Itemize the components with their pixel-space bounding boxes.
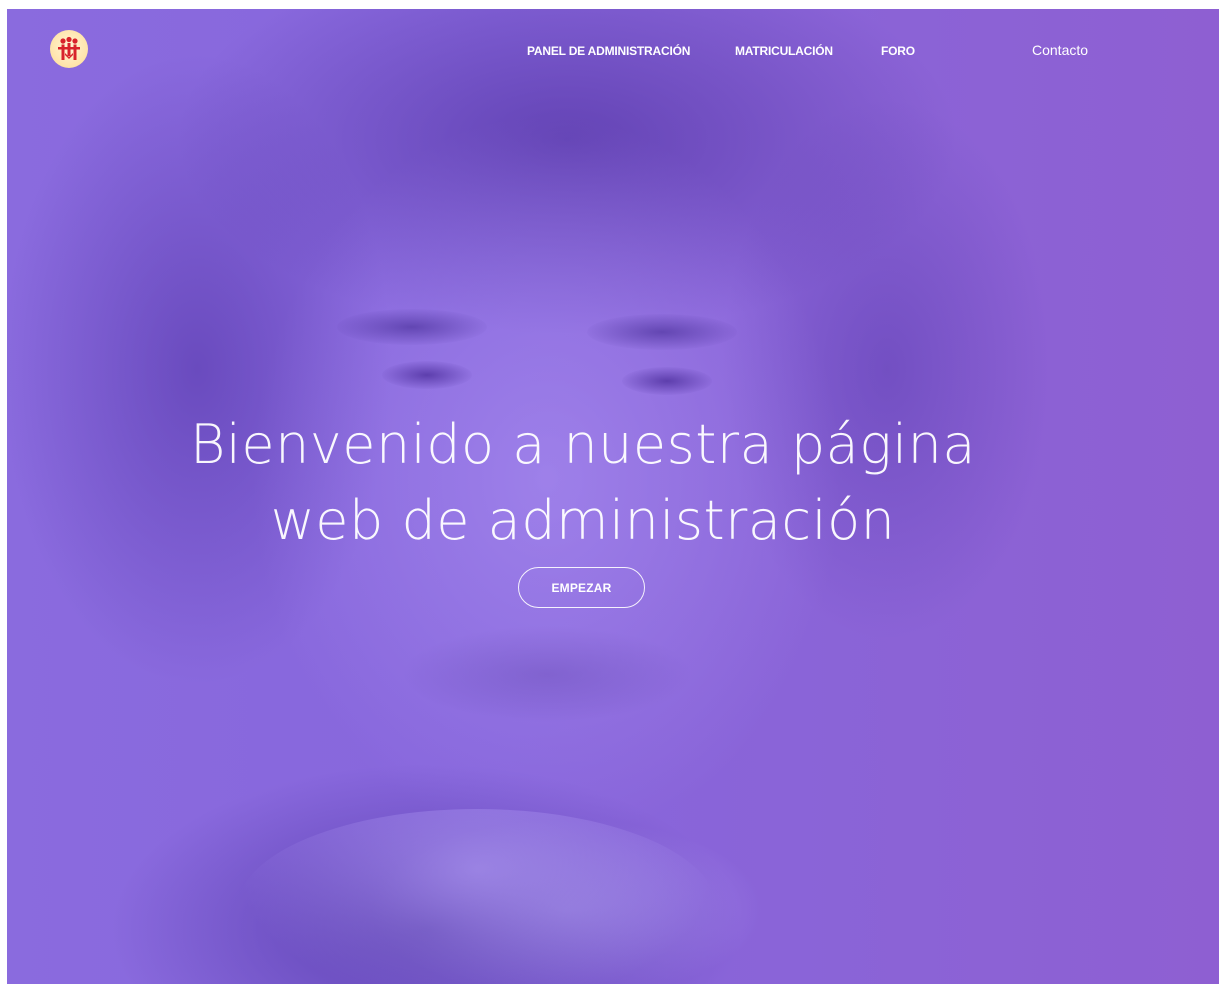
- page-frame: PANEL DE ADMINISTRACIÓN MATRICULACIÓN FO…: [7, 9, 1219, 984]
- start-button[interactable]: EMPEZAR: [518, 567, 645, 608]
- portrait-collar: [237, 809, 717, 984]
- nav-link-foro[interactable]: FORO: [881, 44, 915, 58]
- logo-figures-icon: [58, 36, 80, 60]
- salesian-family-logo[interactable]: [50, 30, 88, 68]
- portrait-shadow: [587, 314, 737, 350]
- nav-link-panel-administracion[interactable]: PANEL DE ADMINISTRACIÓN: [527, 44, 690, 58]
- portrait-shadow: [382, 361, 472, 389]
- nav-link-matriculacion[interactable]: MATRICULACIÓN: [735, 44, 833, 58]
- portrait-shadow: [622, 367, 712, 395]
- portrait-shadow: [337, 309, 487, 345]
- hero-title-line-2: web de administración: [270, 489, 896, 552]
- nav-link-contacto[interactable]: Contacto: [1032, 42, 1088, 58]
- hero-title-line-1: Bienvenido a nuestra página: [190, 413, 976, 476]
- hero-title: Bienvenido a nuestra página web de admin…: [7, 407, 1159, 559]
